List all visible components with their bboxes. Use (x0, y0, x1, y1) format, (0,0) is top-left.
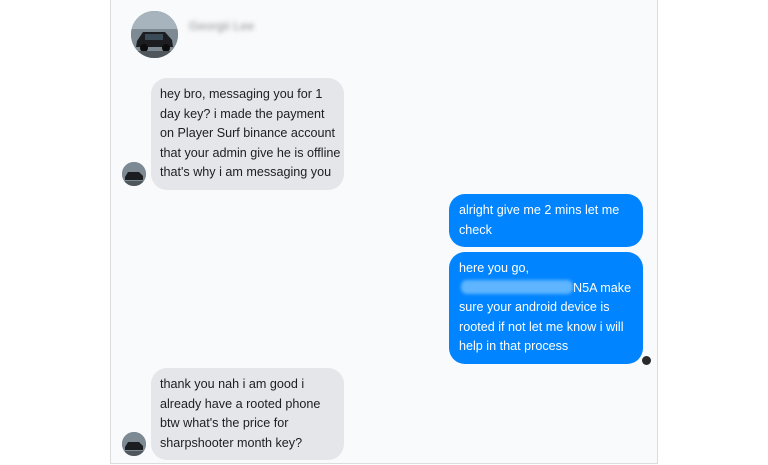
message-text-line: sharpshooter month key? (160, 435, 303, 450)
seen-indicator-icon (642, 356, 651, 365)
incoming-message-bubble[interactable]: thank you nah i am good i already have a… (151, 368, 344, 460)
message-text-line: day key? i made the payment (160, 106, 325, 121)
message-text-line: hey bro, messaging you for 1 (160, 87, 323, 101)
message-text-line: rooted if not let me know i will (459, 319, 624, 334)
message-text-line: check (459, 222, 492, 237)
incoming-message-bubble[interactable]: hey bro, messaging you for 1 day key? i … (151, 78, 344, 190)
sender-avatar[interactable] (122, 432, 146, 456)
car-avatar-icon (122, 162, 146, 186)
message-text-line: already have a rooted phone (160, 396, 321, 411)
car-avatar-icon (122, 432, 146, 456)
message-text-line: here you go, (459, 261, 530, 275)
outgoing-message-bubble[interactable]: here you go, N5A make sure your android … (449, 252, 643, 364)
car-avatar-icon (131, 11, 178, 58)
chat-panel: Georgii Lee hey bro, messaging you for 1… (110, 0, 658, 464)
outgoing-message-bubble[interactable]: alright give me 2 mins let me check (449, 194, 643, 247)
message-text-line: sure your android device is (459, 300, 610, 314)
contact-name[interactable]: Georgii Lee (189, 19, 254, 33)
message-text-line: btw what's the price for (160, 416, 289, 430)
message-text-line: that your admin give he is offline (160, 145, 341, 160)
message-text-line: alright give me 2 mins let me (459, 203, 620, 217)
message-text-line: on Player Surf binance account (160, 126, 336, 140)
contact-avatar[interactable] (131, 11, 178, 58)
message-text-line: thank you nah i am good i (160, 377, 305, 391)
message-text-line: help in that process (459, 339, 569, 353)
redacted-key (461, 279, 573, 294)
sender-avatar[interactable] (122, 162, 146, 186)
message-text-line: N5A make (459, 279, 643, 299)
message-text-line: that's why i am messaging you (160, 165, 332, 179)
